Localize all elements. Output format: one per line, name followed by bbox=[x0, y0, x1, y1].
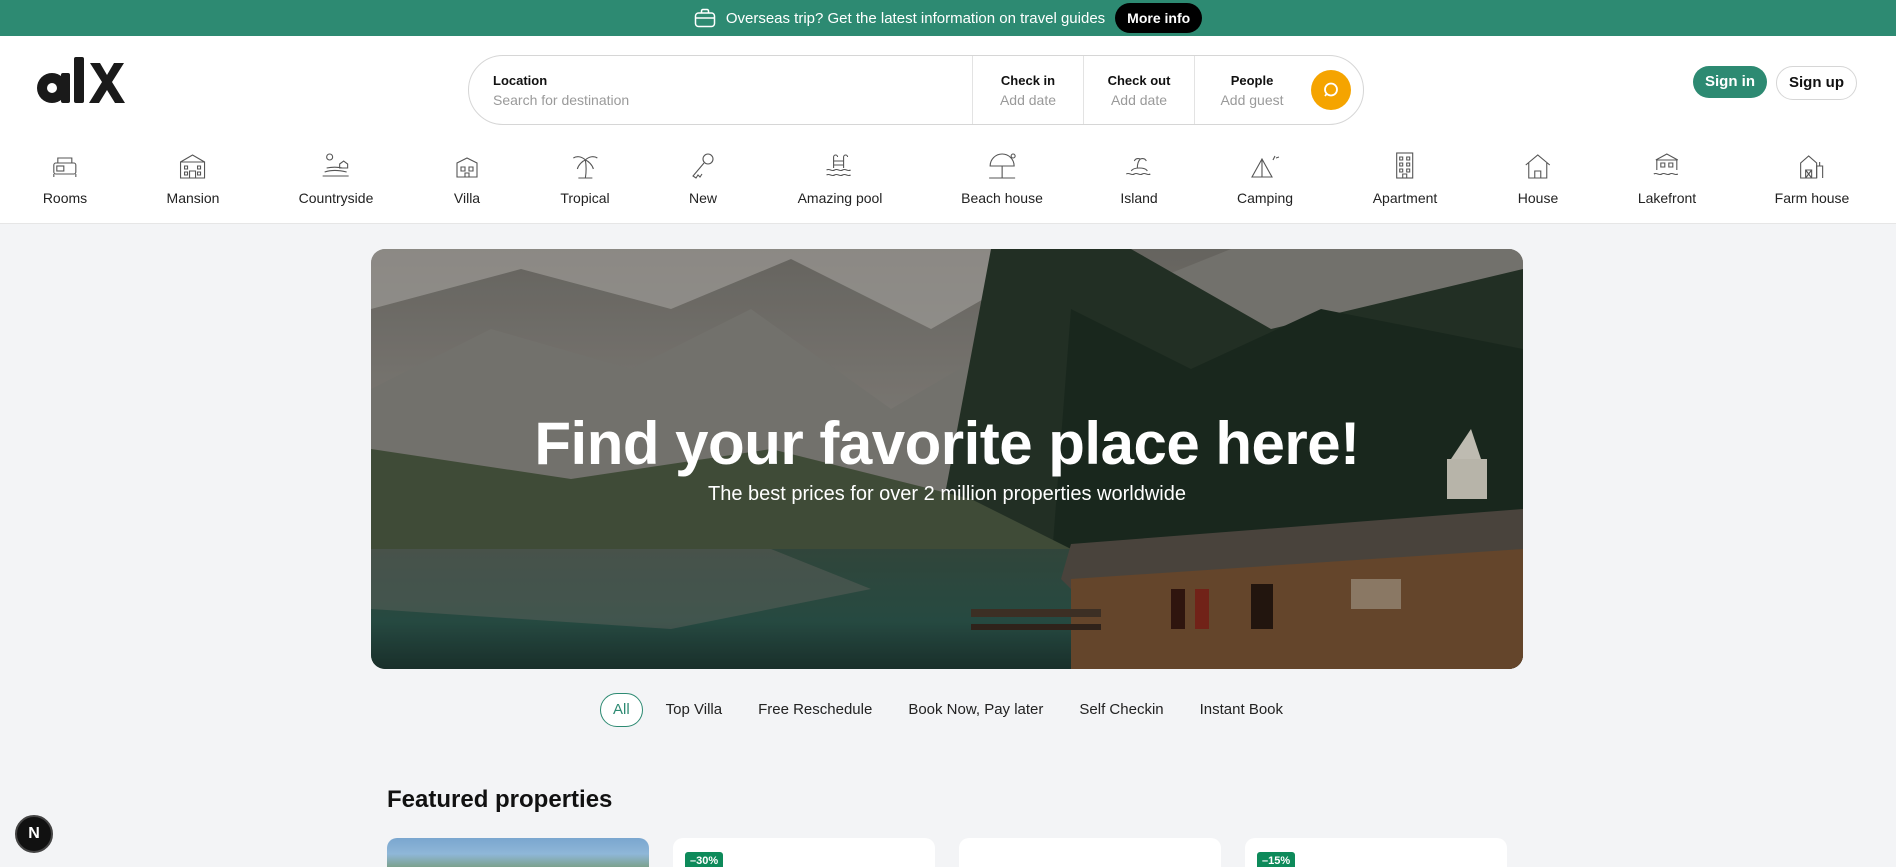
category-camping[interactable]: Camping bbox=[1237, 146, 1293, 206]
category-villa[interactable]: Villa bbox=[451, 146, 483, 206]
category-bar: Rooms Mansion Countryside Villa Tropical… bbox=[0, 146, 1896, 224]
category-label: Mansion bbox=[166, 190, 220, 206]
featured-heading: Featured properties bbox=[387, 786, 613, 813]
lakefront-icon bbox=[1653, 153, 1679, 176]
discount-badge: –30% bbox=[685, 852, 724, 867]
category-rooms[interactable]: Rooms bbox=[43, 146, 87, 206]
checkin-label: Check in bbox=[1000, 72, 1056, 88]
location-input[interactable]: Search for destination bbox=[493, 92, 972, 108]
property-image bbox=[387, 838, 649, 867]
property-card[interactable]: –15% bbox=[1245, 838, 1507, 867]
filter-instant-book[interactable]: Instant Book bbox=[1187, 693, 1296, 727]
location-field[interactable]: Location Search for destination bbox=[469, 56, 973, 124]
category-label: New bbox=[688, 190, 717, 206]
category-label: Island bbox=[1120, 190, 1158, 206]
filter-book-now-pay-later[interactable]: Book Now, Pay later bbox=[895, 693, 1056, 727]
category-label: Countryside bbox=[298, 190, 374, 206]
category-label: Amazing pool bbox=[797, 190, 883, 206]
category-island[interactable]: Island bbox=[1120, 146, 1158, 206]
checkout-input[interactable]: Add date bbox=[1111, 92, 1167, 108]
search-bar: Location Search for destination Check in… bbox=[468, 55, 1364, 125]
banner-text: Overseas trip? Get the latest informatio… bbox=[725, 9, 1106, 27]
beach-icon bbox=[988, 153, 1016, 179]
category-lakefront[interactable]: Lakefront bbox=[1638, 146, 1696, 206]
briefcase-icon bbox=[694, 8, 716, 28]
auth-buttons: Sign in Sign up bbox=[1693, 66, 1857, 100]
filter-self-checkin[interactable]: Self Checkin bbox=[1066, 693, 1176, 727]
property-card[interactable]: –30% bbox=[673, 838, 935, 867]
location-label: Location bbox=[493, 72, 548, 88]
category-amazing-pool[interactable]: Amazing pool bbox=[797, 146, 883, 206]
checkout-label: Check out bbox=[1107, 72, 1171, 88]
sign-in-button[interactable]: Sign in bbox=[1693, 66, 1767, 98]
category-label: Apartment bbox=[1372, 190, 1438, 206]
people-input[interactable]: Add guest bbox=[1220, 92, 1283, 108]
category-label: Farm house bbox=[1774, 190, 1850, 206]
category-farm-house[interactable]: Farm house bbox=[1774, 146, 1850, 206]
category-house[interactable]: House bbox=[1518, 146, 1558, 206]
house-icon bbox=[1525, 154, 1551, 179]
property-card[interactable] bbox=[387, 838, 649, 867]
sign-up-button[interactable]: Sign up bbox=[1776, 66, 1857, 100]
tent-icon bbox=[1251, 155, 1280, 178]
top-banner: Overseas trip? Get the latest informatio… bbox=[0, 0, 1896, 36]
hero-title: Find your favorite place here! bbox=[534, 410, 1360, 477]
search-icon bbox=[1324, 82, 1338, 97]
key-icon bbox=[692, 153, 714, 179]
mansion-icon bbox=[180, 154, 206, 179]
category-beach-house[interactable]: Beach house bbox=[961, 146, 1043, 206]
hero-subtitle: The best prices for over 2 million prope… bbox=[708, 483, 1186, 505]
hero-banner: Find your favorite place here! The best … bbox=[371, 249, 1523, 669]
dev-tools-button[interactable]: N bbox=[15, 815, 53, 853]
checkin-input[interactable]: Add date bbox=[1000, 92, 1056, 108]
people-label: People bbox=[1230, 72, 1274, 88]
category-apartment[interactable]: Apartment bbox=[1372, 146, 1438, 206]
category-label: Rooms bbox=[42, 190, 88, 206]
pool-icon bbox=[826, 154, 852, 177]
header: Location Search for destination Check in… bbox=[0, 36, 1896, 146]
property-card[interactable] bbox=[959, 838, 1221, 867]
category-label: Lakefront bbox=[1637, 190, 1697, 206]
palm-tree-icon bbox=[572, 156, 598, 179]
filter-free-reschedule[interactable]: Free Reschedule bbox=[745, 693, 885, 727]
farm-house-icon bbox=[1800, 155, 1824, 179]
filter-top-villa[interactable]: Top Villa bbox=[653, 693, 735, 727]
discount-badge: –15% bbox=[1257, 852, 1296, 867]
logo[interactable] bbox=[32, 55, 128, 105]
filter-bar: All Top Villa Free Reschedule Book Now, … bbox=[0, 693, 1896, 727]
checkin-field[interactable]: Check in Add date bbox=[973, 56, 1084, 124]
category-label: Villa bbox=[453, 190, 481, 206]
apartment-icon bbox=[1396, 152, 1414, 179]
category-label: Tropical bbox=[560, 190, 610, 206]
category-label: Camping bbox=[1236, 190, 1294, 206]
people-field[interactable]: People Add guest bbox=[1195, 56, 1309, 124]
countryside-icon bbox=[322, 153, 349, 177]
search-button[interactable] bbox=[1311, 70, 1351, 110]
category-countryside[interactable]: Countryside bbox=[298, 146, 374, 206]
category-mansion[interactable]: Mansion bbox=[166, 146, 220, 206]
villa-icon bbox=[456, 157, 478, 178]
category-label: Beach house bbox=[961, 190, 1043, 206]
island-icon bbox=[1125, 158, 1151, 176]
more-info-button[interactable]: More info bbox=[1115, 3, 1203, 33]
checkout-field[interactable]: Check out Add date bbox=[1084, 56, 1195, 124]
filter-all[interactable]: All bbox=[599, 693, 643, 727]
category-tropical[interactable]: Tropical bbox=[560, 146, 610, 206]
category-label: House bbox=[1517, 190, 1559, 206]
room-icon bbox=[53, 157, 77, 177]
category-new[interactable]: New bbox=[687, 146, 719, 206]
